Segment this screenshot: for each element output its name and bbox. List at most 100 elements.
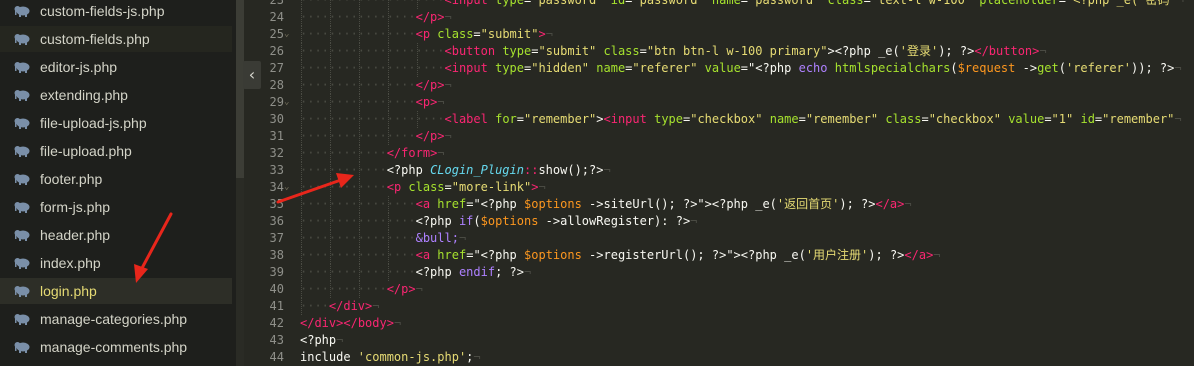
code-token: = <box>921 112 929 126</box>
elephant-php-icon <box>14 342 30 353</box>
code-line: </div></body>¬ <box>300 315 401 332</box>
code-token: endif <box>458 265 496 279</box>
indent-guide <box>416 111 418 128</box>
code-token: < <box>415 95 423 109</box>
code-token: body <box>357 316 387 330</box>
end-of-line-marker: ¬ <box>393 316 402 330</box>
code-token: < <box>444 0 452 7</box>
end-of-line-marker: ¬ <box>444 129 452 143</box>
code-token: ); ?> <box>868 248 905 262</box>
end-of-line-marker: ¬ <box>523 265 532 279</box>
code-token: = <box>639 44 647 58</box>
sidebar-file-name: custom-fields-js.php <box>40 3 165 19</box>
sidebar-file-item[interactable]: manage-categories.php <box>0 306 232 332</box>
elephant-php-icon <box>14 6 30 17</box>
code-token: input <box>451 0 488 7</box>
code-token: class <box>437 27 474 41</box>
code-token: = <box>740 61 749 75</box>
elephant-php-icon <box>14 202 30 213</box>
code-token: value <box>1008 112 1045 126</box>
sidebar-file-item[interactable]: manage-comments.php <box>0 334 232 360</box>
code-line: ············</form>¬ <box>300 145 445 162</box>
sidebar-file-item[interactable]: custom-fields-js.php <box>0 0 232 24</box>
code-token: type <box>495 61 524 75</box>
indent-guide <box>358 179 360 196</box>
elephant-php-icon <box>14 258 30 269</box>
end-of-line-marker: ¬ <box>538 180 546 194</box>
indent-guide <box>387 9 389 26</box>
code-token: "submit" <box>538 44 597 58</box>
sidebar-file-item[interactable]: form-js.php <box>0 194 232 220</box>
code-token: registerUrl <box>603 248 683 262</box>
indent-whitespace: ···················· <box>300 44 445 58</box>
indent-guide <box>301 60 302 77</box>
code-line: ················<a href="<?php $options … <box>300 196 912 213</box>
code-token: $options <box>480 214 539 228</box>
indent-guide <box>301 43 302 60</box>
indent-guide <box>301 247 302 264</box>
line-number: 33 <box>269 163 284 177</box>
code-token: "remember" <box>1102 112 1175 126</box>
fold-toggle-icon[interactable]: ⌄ <box>284 94 289 111</box>
indent-guide <box>301 128 302 145</box>
code-token: input <box>451 61 488 75</box>
sidebar-file-item[interactable]: index.php <box>0 250 232 276</box>
sidebar-file-item[interactable]: file-upload.php <box>0 138 232 164</box>
code-line: ············<?php CLogin_Plugin::show();… <box>300 162 611 179</box>
code-token: "btn btn-l w-100 primary" <box>646 44 828 58</box>
indent-whitespace: ···· <box>300 299 329 313</box>
code-line: ················</p>¬ <box>300 77 452 94</box>
sidebar-file-item[interactable]: editor-js.php <box>0 54 232 80</box>
code-token: '登录' <box>899 44 939 58</box>
fold-toggle-icon[interactable]: ⌄ <box>284 26 289 43</box>
sidebar-file-name: header.php <box>40 227 111 243</box>
code-token: "submit" <box>480 27 539 41</box>
indent-guide <box>329 281 331 298</box>
code-token: "remember" <box>524 112 597 126</box>
sidebar-scrollbar-thumb[interactable] <box>236 0 244 178</box>
code-token: '用户注册' <box>805 248 869 262</box>
code-token: "<?php <box>473 248 525 262</box>
code-token: href <box>437 248 467 262</box>
code-token: _e( <box>870 44 900 58</box>
indent-guide <box>387 77 389 94</box>
line-number: 40 <box>269 282 284 296</box>
sidebar-file-item[interactable]: footer.php <box>0 166 232 192</box>
code-token: = <box>740 0 749 7</box>
code-token: = <box>1044 112 1052 126</box>
indent-guide <box>358 111 360 128</box>
line-number: 23 <box>269 0 284 7</box>
line-number: 24 <box>269 10 284 24</box>
code-token: :: <box>523 163 539 177</box>
sidebar-file-name: login.php <box>40 283 97 299</box>
sidebar-file-item[interactable]: custom-fields.php <box>0 26 232 52</box>
code-line: ················&bull;¬ <box>300 230 466 247</box>
code-token: </ <box>415 78 431 92</box>
sidebar-file-item[interactable]: login.php <box>0 278 232 304</box>
indent-whitespace: ···················· <box>300 0 445 7</box>
line-number: 38 <box>269 248 284 262</box>
code-token: "referer" <box>632 61 698 75</box>
line-number: 29 <box>269 95 284 109</box>
indent-guide <box>301 77 302 94</box>
line-number: 39 <box>269 265 284 279</box>
sidebar-file-item[interactable]: extending.php <box>0 82 232 108</box>
elephant-php-icon <box>14 174 30 185</box>
code-token: > <box>437 129 445 143</box>
code-token: name <box>711 0 741 7</box>
sidebar-file-name: manage-comments.php <box>40 339 188 355</box>
code-token: "checkbox" <box>690 112 763 126</box>
end-of-line-marker: ¬ <box>1174 112 1182 126</box>
sidebar-file-item[interactable]: header.php <box>0 222 232 248</box>
fold-toggle-icon[interactable]: ⌄ <box>284 179 289 196</box>
chevron-left-icon[interactable]: ‹ <box>243 61 261 89</box>
code-token: input <box>610 112 647 126</box>
sidebar-file-item[interactable]: file-upload-js.php <box>0 110 232 136</box>
code-editor[interactable]: ····················<input type="passwor… <box>300 0 1194 366</box>
line-number: 41 <box>269 299 284 313</box>
end-of-line-marker: ¬ <box>444 10 452 24</box>
code-line: ············<p class="more-link">¬ <box>300 179 546 196</box>
